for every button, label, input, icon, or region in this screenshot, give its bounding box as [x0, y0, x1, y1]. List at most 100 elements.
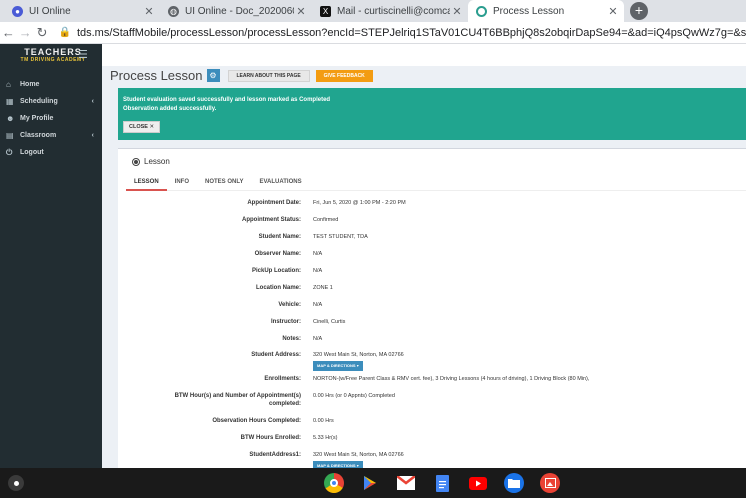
- launcher-dot-icon: [13, 480, 19, 486]
- close-icon[interactable]: ✕: [142, 5, 156, 18]
- power-icon: ⏻: [6, 147, 13, 157]
- sidebar-item-label: Logout: [20, 149, 44, 156]
- new-tab-button[interactable]: +: [630, 2, 648, 20]
- lesson-title-text: Lesson: [144, 157, 170, 166]
- detail-label: Notes:: [282, 336, 301, 342]
- detail-value: Cinelli, Curtis: [313, 319, 346, 325]
- detail-label: BTW Hour(s) and Number of Appointment(s)…: [174, 393, 301, 407]
- detail-value: 0.00 Hrs: [313, 418, 334, 424]
- tab-info[interactable]: INFO: [167, 175, 197, 191]
- browser-toolbar: ← → ↻ 🔒 tds.ms/StaffMobile/processLesson…: [0, 22, 746, 44]
- logo-top: TEACHERS: [24, 47, 82, 57]
- play-store-icon[interactable]: [360, 473, 380, 493]
- detail-label: Vehicle:: [278, 302, 301, 308]
- detail-row-appointment-status: Appointment Status: Confirmed: [118, 214, 746, 224]
- detail-row-appointment-date: Appointment Date: Fri, Jun 5, 2020 @ 1:0…: [118, 197, 746, 207]
- os-shelf: [0, 468, 746, 498]
- detail-value: N/A: [313, 268, 323, 274]
- mail-x-icon: X: [320, 5, 331, 17]
- detail-value: TEST STUDENT, TDA: [313, 234, 368, 240]
- close-alert-button[interactable]: CLOSE ✕: [123, 121, 161, 133]
- browser-tab-title: Mail - curtiscinelli@comcast.net: [337, 5, 450, 17]
- back-arrow-icon[interactable]: ←: [0, 25, 17, 40]
- detail-row-enrollments: Enrollments: NORTON-(w/Free Parent Class…: [118, 373, 746, 383]
- hamburger-menu-icon[interactable]: ☰: [78, 48, 88, 61]
- browser-tab-title: UI Online: [29, 5, 71, 17]
- detail-value: Confirmed: [313, 217, 339, 223]
- reload-icon[interactable]: ↻: [34, 25, 51, 41]
- detail-row-instructor: Instructor: Cinelli, Curtis: [118, 316, 746, 326]
- gmail-icon[interactable]: [396, 473, 416, 493]
- tab-lesson[interactable]: LESSON: [126, 175, 167, 191]
- detail-row-student-address: Student Address: 320 West Main St, Norto…: [118, 349, 746, 371]
- tab-notes-only[interactable]: NOTES ONLY: [197, 175, 251, 191]
- close-icon[interactable]: ✕: [606, 5, 620, 18]
- sidebar-item-label: Scheduling: [20, 98, 58, 105]
- browser-tab-ui-online-doc[interactable]: ◍ UI Online - Doc_202006051758 ✕: [160, 0, 312, 22]
- browser-tab-mail[interactable]: X Mail - curtiscinelli@comcast.net ✕: [312, 0, 468, 22]
- detail-label: Instructor:: [271, 319, 301, 325]
- detail-value: 320 West Main St, Norton, MA 02766 MAP &…: [313, 349, 404, 371]
- gear-icon[interactable]: ⚙: [206, 69, 220, 82]
- detail-value: NORTON-(w/Free Parent Class & RMV cert. …: [313, 376, 590, 382]
- chevron-left-icon: ‹: [91, 132, 94, 139]
- detail-label: Student Address:: [251, 352, 301, 358]
- alert-line-1: Student evaluation saved successfully an…: [123, 97, 331, 103]
- classroom-icon: ▤: [6, 131, 14, 140]
- shield-icon: ●: [12, 5, 23, 17]
- detail-row-observer-name: Observer Name: N/A: [118, 248, 746, 258]
- detail-row-observation-hours: Observation Hours Completed: 0.00 Hrs: [118, 415, 746, 425]
- sidebar-item-scheduling[interactable]: ▦ Scheduling ‹: [0, 93, 102, 110]
- detail-label: Observation Hours Completed:: [212, 418, 301, 424]
- app-viewport: TEACHERS TM DRIVING ACADEMY ⌂ Home ▦ Sch…: [0, 44, 746, 471]
- detail-label: Appointment Status:: [242, 217, 301, 223]
- close-icon[interactable]: ✕: [450, 5, 464, 18]
- sidebar-item-classroom[interactable]: ▤ Classroom ‹: [0, 127, 102, 144]
- detail-value: 0.00 Hrs (or 0 Appnts) Completed: [313, 393, 395, 399]
- sidebar-item-logout[interactable]: ⏻ Logout: [0, 144, 102, 161]
- detail-value: 5.33 Hr(s): [313, 435, 338, 441]
- youtube-icon[interactable]: [468, 473, 488, 493]
- learn-about-page-button[interactable]: LEARN ABOUT THIS PAGE: [227, 69, 310, 82]
- detail-row-btw-hours-completed: BTW Hour(s) and Number of Appointment(s)…: [118, 390, 746, 408]
- sidebar-item-label: Classroom: [20, 132, 57, 139]
- close-icon[interactable]: ✕: [294, 5, 308, 18]
- browser-tab-title: Process Lesson: [493, 5, 565, 17]
- detail-label: Student Name:: [258, 234, 301, 240]
- browser-tab-title: UI Online - Doc_202006051758: [185, 5, 294, 17]
- main-content: ☰ Process Lesson ⚙ LEARN ABOUT THIS PAGE…: [78, 44, 746, 471]
- user-icon: ☻: [6, 114, 15, 123]
- page-title: Process Lesson: [110, 68, 203, 83]
- docs-icon[interactable]: [432, 473, 452, 493]
- detail-value: N/A: [313, 251, 323, 257]
- calendar-icon: ▦: [6, 97, 14, 106]
- tab-evaluations[interactable]: EVALUATIONS: [251, 175, 309, 191]
- detail-label: Location Name:: [255, 285, 301, 291]
- top-navbar: ☰: [78, 44, 746, 66]
- lesson-tabs: LESSON INFO NOTES ONLY EVALUATIONS: [126, 175, 746, 191]
- forward-arrow-icon[interactable]: →: [17, 25, 34, 40]
- launcher-button[interactable]: [8, 475, 24, 491]
- alert-line-2: Observation added successfully.: [123, 106, 217, 112]
- detail-value: N/A: [313, 302, 323, 308]
- chrome-icon[interactable]: [324, 473, 344, 493]
- detail-row-location-name: Location Name: ZONE 1: [118, 282, 746, 292]
- browser-tab-process-lesson[interactable]: Process Lesson ✕: [468, 0, 624, 22]
- files-icon[interactable]: [504, 473, 524, 493]
- globe-icon: ◍: [168, 5, 179, 17]
- lesson-panel: Lesson LESSON INFO NOTES ONLY EVALUATION…: [118, 148, 746, 471]
- detail-label: Observer Name:: [254, 251, 301, 257]
- detail-label: Appointment Date:: [247, 200, 301, 206]
- detail-row-notes: Notes: N/A: [118, 333, 746, 343]
- page-header: Process Lesson ⚙ LEARN ABOUT THIS PAGE G…: [110, 68, 373, 83]
- radio-icon: [132, 157, 140, 166]
- map-directions-button[interactable]: MAP & DIRECTIONS ▾: [313, 361, 363, 371]
- sidebar-item-my-profile[interactable]: ☻ My Profile: [0, 110, 102, 127]
- browser-tab-strip: ● UI Online ✕ ◍ UI Online - Doc_20200605…: [0, 0, 746, 22]
- give-feedback-button[interactable]: GIVE FEEDBACK: [315, 69, 373, 82]
- chevron-left-icon: ‹: [91, 98, 94, 105]
- browser-tab-ui-online[interactable]: ● UI Online ✕: [4, 0, 160, 22]
- gallery-icon[interactable]: [540, 473, 560, 493]
- sidebar-item-home[interactable]: ⌂ Home: [0, 76, 102, 93]
- address-bar[interactable]: tds.ms/StaffMobile/processLesson/process…: [77, 27, 746, 39]
